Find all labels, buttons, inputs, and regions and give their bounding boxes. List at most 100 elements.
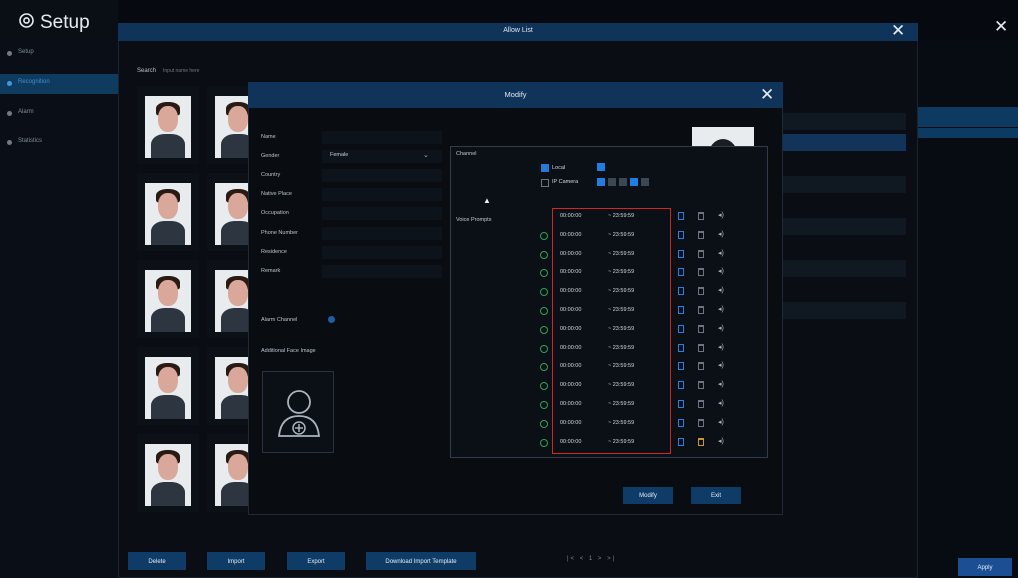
- occupation-field[interactable]: [322, 207, 442, 220]
- exit-button[interactable]: Exit: [691, 487, 741, 504]
- native-place-field[interactable]: [322, 188, 442, 201]
- field-label-country: Country: [261, 172, 281, 178]
- sidebar-item-alarm[interactable]: Alarm: [0, 104, 118, 124]
- trash-icon[interactable]: [698, 306, 704, 314]
- trash-icon[interactable]: [698, 381, 704, 390]
- trash-icon[interactable]: [698, 268, 704, 277]
- trash-icon[interactable]: [698, 362, 704, 371]
- name-field[interactable]: [322, 131, 442, 144]
- trash-icon[interactable]: [698, 343, 704, 352]
- close-icon[interactable]: ✕: [891, 22, 905, 39]
- add-icon[interactable]: [540, 344, 548, 353]
- search-input[interactable]: [163, 65, 238, 77]
- file-icon[interactable]: [678, 306, 684, 314]
- residence-field[interactable]: [322, 246, 442, 259]
- remark-field[interactable]: [322, 265, 442, 278]
- speaker-icon[interactable]: ◂): [718, 267, 724, 275]
- trash-icon[interactable]: [698, 418, 704, 427]
- import-button[interactable]: Import: [207, 552, 265, 570]
- country-field[interactable]: [322, 169, 442, 182]
- voice-prompts-label: Voice Prompts: [456, 217, 492, 223]
- export-button[interactable]: Export: [287, 552, 345, 570]
- add-icon[interactable]: [540, 307, 548, 315]
- speaker-icon[interactable]: ◂): [718, 211, 724, 219]
- mouse-cursor-icon: ▲: [483, 196, 491, 205]
- speaker-icon[interactable]: ◂): [718, 286, 724, 294]
- trash-icon[interactable]: [698, 287, 704, 296]
- trash-icon[interactable]: [698, 324, 704, 333]
- ip-camera-checkbox[interactable]: [541, 179, 549, 187]
- sidebar-item-setup[interactable]: Setup: [0, 44, 118, 64]
- face-card[interactable]: [137, 434, 199, 512]
- trash-icon[interactable]: [698, 212, 704, 220]
- face-photo: [145, 357, 191, 419]
- speaker-icon[interactable]: ◂): [718, 380, 724, 388]
- add-icon[interactable]: [540, 325, 548, 334]
- speaker-icon[interactable]: ◂): [718, 361, 724, 369]
- speaker-icon[interactable]: ◂): [718, 249, 724, 257]
- add-icon[interactable]: [540, 363, 548, 372]
- speaker-icon[interactable]: ◂): [718, 230, 724, 238]
- face-card[interactable]: [137, 173, 199, 251]
- channel-toggle[interactable]: [641, 178, 649, 186]
- trash-icon[interactable]: [698, 437, 704, 446]
- channel-toggle[interactable]: [630, 178, 638, 186]
- file-icon[interactable]: [678, 287, 684, 296]
- file-icon[interactable]: [678, 249, 684, 258]
- add-icon[interactable]: [540, 288, 548, 297]
- file-icon[interactable]: [678, 324, 684, 333]
- add-icon[interactable]: [540, 269, 548, 278]
- sidebar-item-statistics[interactable]: Statistics: [0, 133, 118, 153]
- file-icon[interactable]: [678, 381, 684, 390]
- gear-icon[interactable]: [328, 316, 335, 323]
- phone-field[interactable]: [322, 227, 442, 240]
- channel-toggle[interactable]: [608, 178, 616, 186]
- file-icon[interactable]: [678, 437, 684, 446]
- add-icon[interactable]: [540, 419, 548, 428]
- file-icon[interactable]: [678, 343, 684, 352]
- delete-button[interactable]: Delete: [128, 552, 186, 570]
- face-card[interactable]: [137, 347, 199, 425]
- face-photo: [145, 270, 191, 332]
- local-checkbox[interactable]: [541, 164, 549, 172]
- face-photo: [145, 183, 191, 245]
- add-face-image-button[interactable]: [262, 371, 334, 453]
- file-icon[interactable]: [678, 362, 684, 371]
- add-icon[interactable]: [540, 231, 548, 240]
- face-card[interactable]: [137, 86, 199, 164]
- close-icon[interactable]: ✕: [760, 86, 774, 103]
- bullet-icon: [7, 111, 12, 116]
- pagination[interactable]: |< < 1 > >|: [567, 556, 616, 562]
- sidebar: Setup Recognition Alarm Statistics: [0, 40, 118, 578]
- channel-toggle[interactable]: [597, 178, 605, 186]
- trash-icon[interactable]: [698, 249, 704, 258]
- add-icon[interactable]: [540, 250, 548, 259]
- close-icon[interactable]: ✕: [994, 18, 1008, 35]
- file-icon[interactable]: [678, 268, 684, 277]
- file-icon[interactable]: [678, 418, 684, 427]
- modify-button[interactable]: Modify: [623, 487, 673, 504]
- add-icon[interactable]: [540, 401, 548, 409]
- apply-button[interactable]: Apply: [958, 558, 1012, 576]
- speaker-icon[interactable]: ◂): [718, 343, 724, 351]
- chevron-down-icon[interactable]: ⌄: [423, 151, 429, 159]
- speaker-icon[interactable]: ◂): [718, 324, 724, 332]
- trash-icon[interactable]: [698, 230, 704, 239]
- speaker-icon[interactable]: ◂): [718, 399, 724, 407]
- download-template-button[interactable]: Download Import Template: [366, 552, 476, 570]
- ip-camera-label: IP Camera: [552, 179, 579, 185]
- channel-toggle[interactable]: [619, 178, 627, 186]
- sidebar-item-recognition[interactable]: Recognition: [0, 74, 118, 94]
- add-icon[interactable]: [540, 382, 548, 391]
- add-icon[interactable]: [540, 438, 548, 447]
- file-icon[interactable]: [678, 230, 684, 239]
- trash-icon[interactable]: [698, 400, 704, 408]
- channel-toggle[interactable]: [597, 163, 605, 171]
- file-icon[interactable]: [678, 400, 684, 408]
- speaker-icon[interactable]: ◂): [718, 305, 724, 313]
- face-card[interactable]: [137, 260, 199, 338]
- bullet-icon: [7, 51, 12, 56]
- speaker-icon[interactable]: ◂): [718, 418, 724, 426]
- speaker-icon[interactable]: ◂): [718, 437, 724, 445]
- file-icon[interactable]: [678, 212, 684, 220]
